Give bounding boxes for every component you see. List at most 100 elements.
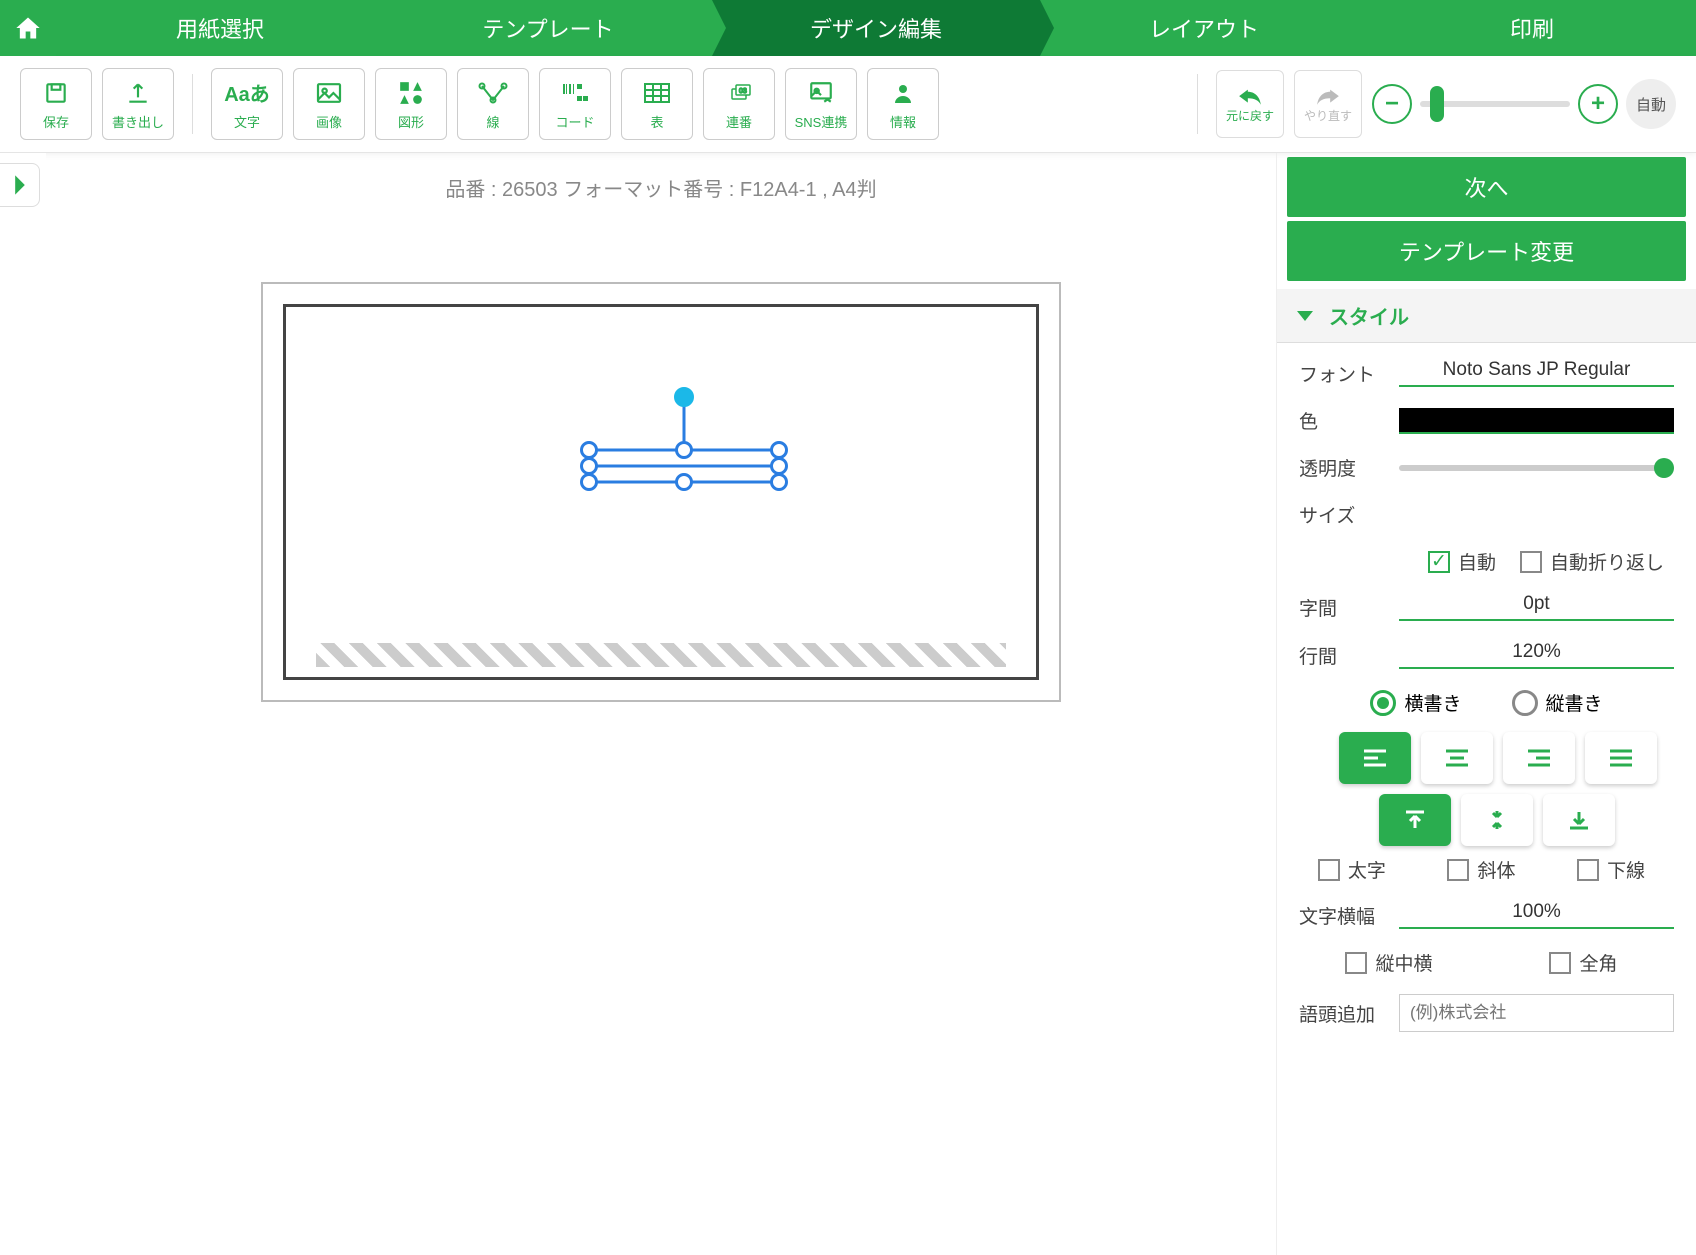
line-button[interactable]: 線: [457, 68, 529, 140]
style-header-label: スタイル: [1329, 301, 1409, 330]
zoom-slider[interactable]: [1420, 101, 1570, 107]
serial-button[interactable]: 03 連番: [703, 68, 775, 140]
serial-icon: 03: [724, 78, 754, 108]
paper[interactable]: [261, 282, 1061, 702]
export-button[interactable]: 書き出し: [102, 68, 174, 140]
opacity-thumb[interactable]: [1654, 458, 1674, 478]
underline-checkbox[interactable]: 下線: [1577, 856, 1645, 883]
info-button[interactable]: 情報: [867, 68, 939, 140]
barcode-icon: [561, 78, 589, 108]
handle-n[interactable]: [675, 441, 693, 459]
zoom-controls: − + 自動: [1372, 79, 1676, 129]
top-nav: 用紙選択 テンプレート デザイン編集 レイアウト 印刷: [0, 0, 1696, 56]
shape-button[interactable]: 図形: [375, 68, 447, 140]
line-height-row: 行間 120%: [1299, 641, 1674, 669]
export-label: 書き出し: [112, 112, 164, 131]
style-section-header[interactable]: スタイル: [1277, 289, 1696, 343]
shape-label: 図形: [398, 112, 424, 131]
step-label: デザイン編集: [810, 12, 942, 44]
bold-label: 太字: [1348, 856, 1386, 883]
opacity-slider[interactable]: [1399, 465, 1674, 471]
line-height-input[interactable]: 120%: [1399, 641, 1674, 669]
code-label: コード: [555, 112, 594, 131]
autowrap-checkbox[interactable]: 自動折り返し: [1520, 548, 1664, 575]
auto-checkbox[interactable]: ✓自動: [1428, 548, 1496, 575]
zoom-in-button[interactable]: +: [1578, 84, 1618, 124]
table-icon: [643, 78, 671, 108]
change-template-button[interactable]: テンプレート変更: [1287, 221, 1686, 281]
valign-top-button[interactable]: [1379, 794, 1451, 846]
handle-se[interactable]: [770, 473, 788, 491]
redo-button[interactable]: やり直す: [1294, 70, 1362, 138]
handle-s[interactable]: [675, 473, 693, 491]
canvas-info: 品番 : 26503 フォーマット番号 : F12A4-1 , A4判: [76, 173, 1246, 202]
step-paper[interactable]: 用紙選択: [56, 0, 384, 56]
table-label: 表: [650, 112, 663, 131]
prefix-input[interactable]: [1399, 994, 1674, 1032]
rotation-line: [683, 403, 686, 441]
undo-icon: [1237, 85, 1263, 105]
step-label: テンプレート: [482, 12, 613, 44]
canvas-area[interactable]: 品番 : 26503 フォーマット番号 : F12A4-1 , A4判: [46, 153, 1276, 1255]
undo-label: 元に戻す: [1226, 107, 1274, 124]
letter-spacing-input[interactable]: 0pt: [1399, 593, 1674, 621]
step-layout[interactable]: レイアウト: [1040, 0, 1368, 56]
handle-sw[interactable]: [580, 473, 598, 491]
save-button[interactable]: 保存: [20, 68, 92, 140]
italic-label: 斜体: [1477, 856, 1515, 883]
opacity-label: 透明度: [1299, 454, 1399, 481]
char-options-row: 縦中横 全角: [1299, 949, 1674, 976]
triangle-down-icon: [1295, 309, 1315, 323]
tatechuyoko-checkbox[interactable]: 縦中横: [1345, 949, 1432, 976]
toolbar-separator: [192, 74, 193, 134]
save-label: 保存: [43, 112, 69, 131]
horizontal-label: 横書き: [1404, 689, 1461, 716]
zoom-auto-button[interactable]: 自動: [1626, 79, 1676, 129]
redo-icon: [1315, 85, 1341, 105]
vertical-label: 縦書き: [1546, 689, 1603, 716]
sns-button[interactable]: SNS連携: [785, 68, 857, 140]
step-design[interactable]: デザイン編集: [712, 0, 1040, 56]
italic-checkbox[interactable]: 斜体: [1447, 856, 1515, 883]
vertical-radio[interactable]: 縦書き: [1512, 689, 1603, 716]
rotation-handle[interactable]: [674, 387, 694, 407]
line-height-label: 行間: [1299, 642, 1399, 669]
letter-spacing-row: 字間 0pt: [1299, 593, 1674, 621]
prefix-row: 語頭追加: [1299, 994, 1674, 1032]
color-picker[interactable]: [1399, 408, 1674, 434]
step-label: レイアウト: [1149, 12, 1259, 44]
properties-panel: 次へ テンプレート変更 スタイル フォント Noto Sans JP Regul…: [1276, 153, 1696, 1255]
font-select[interactable]: Noto Sans JP Regular: [1399, 359, 1674, 387]
horizontal-radio[interactable]: 横書き: [1370, 689, 1461, 716]
step-print[interactable]: 印刷: [1368, 0, 1696, 56]
valign-middle-button[interactable]: [1461, 794, 1533, 846]
image-button[interactable]: 画像: [293, 68, 365, 140]
zoom-out-button[interactable]: −: [1372, 84, 1412, 124]
align-right-button[interactable]: [1503, 732, 1575, 784]
selection-box[interactable]: [580, 441, 788, 491]
undo-button[interactable]: 元に戻す: [1216, 70, 1284, 138]
table-button[interactable]: 表: [621, 68, 693, 140]
char-width-input[interactable]: 100%: [1399, 901, 1674, 929]
valign-bottom-button[interactable]: [1543, 794, 1615, 846]
step-template[interactable]: テンプレート: [384, 0, 712, 56]
text-label: 文字: [234, 112, 260, 131]
align-center-button[interactable]: [1421, 732, 1493, 784]
bold-checkbox[interactable]: 太字: [1318, 856, 1386, 883]
info-label: 情報: [890, 112, 916, 131]
zoom-thumb[interactable]: [1430, 86, 1444, 122]
chevron-right-icon: [11, 173, 29, 197]
align-justify-button[interactable]: [1585, 732, 1657, 784]
image-label: 画像: [316, 112, 342, 131]
home-icon: [14, 14, 42, 42]
code-button[interactable]: コード: [539, 68, 611, 140]
text-button[interactable]: Aaあ 文字: [211, 68, 283, 140]
next-button[interactable]: 次へ: [1287, 157, 1686, 217]
fullwidth-checkbox[interactable]: 全角: [1549, 949, 1617, 976]
align-left-button[interactable]: [1339, 732, 1411, 784]
home-button[interactable]: [0, 0, 56, 56]
char-width-row: 文字横幅 100%: [1299, 901, 1674, 929]
step-label: 用紙選択: [176, 12, 264, 44]
font-label: フォント: [1299, 360, 1399, 387]
sidebar-expand-button[interactable]: [0, 163, 40, 207]
